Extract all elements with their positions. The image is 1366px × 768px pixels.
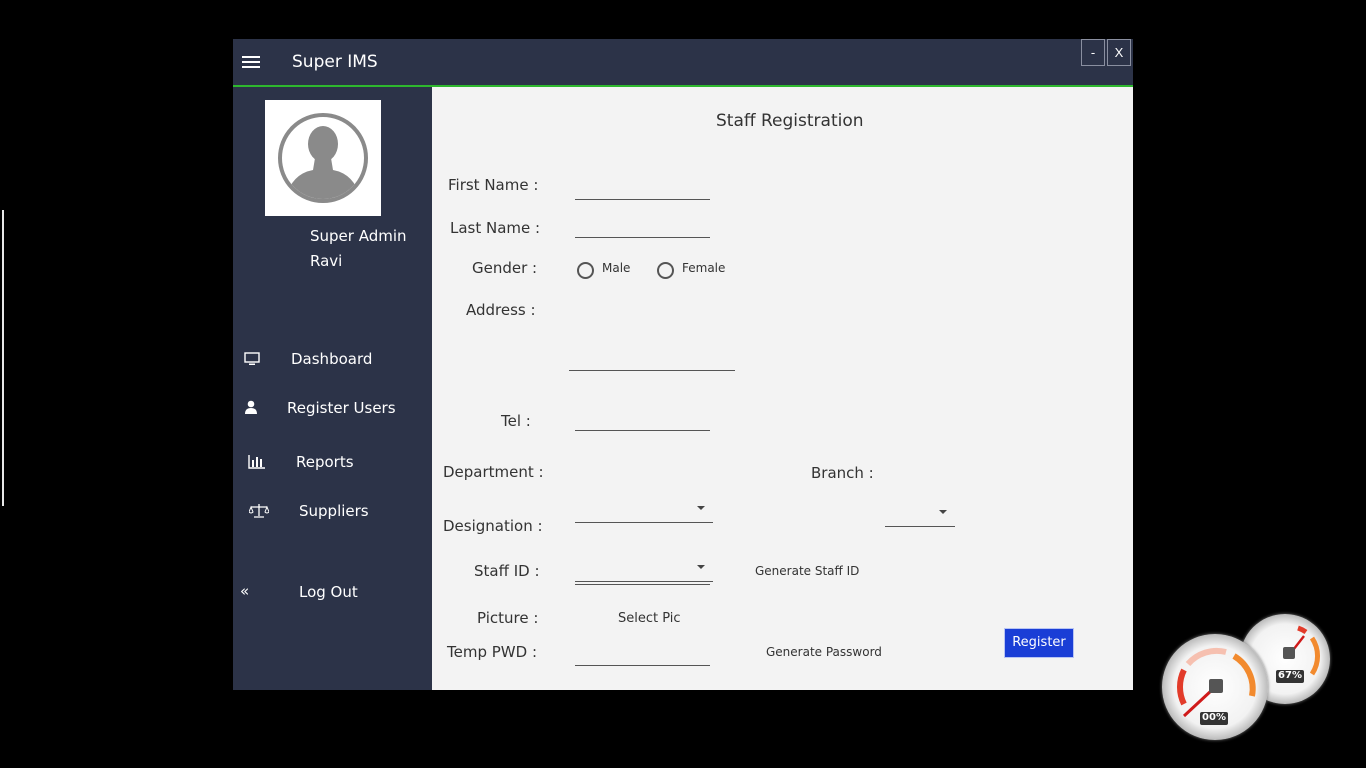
chevron-down-icon (697, 506, 705, 510)
first-name-field[interactable] (575, 179, 710, 200)
monitor-icon (244, 352, 260, 365)
designation-label: Designation : (443, 517, 543, 535)
generate-password-button[interactable]: Generate Password (766, 645, 882, 659)
scale-icon (249, 504, 269, 518)
user-name: Ravi (310, 252, 343, 270)
avatar (265, 100, 381, 216)
cpu-gauge-reading: 00% (1200, 712, 1228, 725)
user-icon (245, 400, 257, 414)
minimize-button[interactable]: - (1081, 39, 1105, 66)
gender-female-label: Female (682, 261, 726, 275)
nav-suppliers-label: Suppliers (299, 502, 369, 520)
nav-dashboard[interactable]: Dashboard (233, 339, 432, 379)
app-title: Super IMS (292, 52, 378, 72)
tel-label: Tel : (501, 412, 531, 430)
temp-pwd-label: Temp PWD : (447, 643, 537, 661)
register-button[interactable]: Register (1004, 628, 1074, 658)
nav-dashboard-label: Dashboard (291, 350, 373, 368)
select-pic-button[interactable]: Select Pic (618, 611, 681, 626)
department-label: Department : (443, 463, 544, 481)
nav-suppliers[interactable]: Suppliers (233, 491, 432, 531)
user-role: Super Admin (310, 227, 407, 245)
address-field[interactable] (569, 350, 735, 371)
picture-label: Picture : (477, 609, 539, 627)
close-button[interactable]: X (1107, 39, 1131, 66)
memory-gauge-reading: 67% (1276, 670, 1304, 683)
desktop-window-edge (2, 210, 4, 506)
address-label: Address : (466, 301, 536, 319)
app-window: Super IMS - X Super Admin Ravi Dashboard (233, 39, 1133, 690)
cpu-gauge: 00% (1162, 634, 1268, 740)
generate-staff-id-button[interactable]: Generate Staff ID (755, 564, 859, 578)
nav-reports-label: Reports (296, 453, 354, 471)
user-avatar-icon (278, 113, 368, 203)
nav-register-users[interactable]: Register Users (233, 388, 432, 428)
gender-female-radio[interactable] (657, 262, 674, 279)
branch-label: Branch : (811, 464, 874, 482)
hamburger-menu-icon[interactable] (242, 56, 260, 68)
first-name-label: First Name : (448, 176, 539, 194)
chevron-down-icon (939, 510, 947, 514)
branch-select[interactable] (885, 502, 955, 527)
gender-label: Gender : (472, 259, 538, 277)
registration-form: Staff Registration First Name : Last Nam… (433, 87, 1133, 690)
form-title: Staff Registration (716, 111, 864, 131)
gender-male-label: Male (602, 261, 631, 275)
nav-register-users-label: Register Users (287, 399, 396, 417)
title-bar: Super IMS - X (233, 39, 1133, 87)
last-name-field[interactable] (575, 217, 710, 238)
tel-field[interactable] (575, 410, 710, 431)
nav-reports[interactable]: Reports (233, 442, 432, 482)
last-name-label: Last Name : (450, 219, 541, 237)
double-chevron-left-icon: « (240, 582, 250, 600)
bar-chart-icon (248, 455, 265, 469)
nav-log-out[interactable]: « Log Out (233, 573, 432, 613)
temp-pwd-field[interactable] (575, 645, 710, 666)
nav-log-out-label: Log Out (299, 583, 358, 601)
gender-male-radio[interactable] (577, 262, 594, 279)
department-select[interactable] (575, 498, 713, 523)
sidebar: Super Admin Ravi Dashboard Register User… (233, 87, 432, 690)
staff-id-label: Staff ID : (474, 562, 540, 580)
staff-id-field[interactable] (575, 564, 710, 585)
